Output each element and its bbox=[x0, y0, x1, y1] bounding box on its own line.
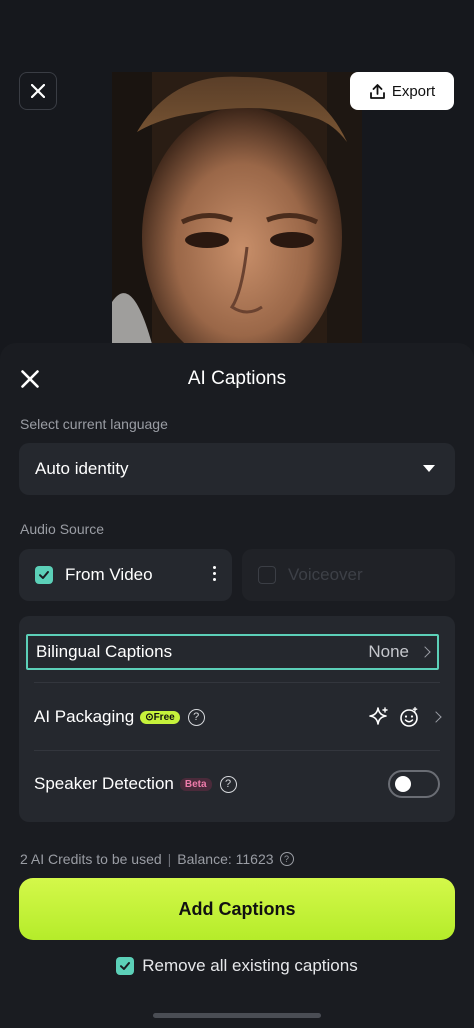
export-label: Export bbox=[391, 82, 436, 100]
home-indicator bbox=[153, 1013, 321, 1018]
voiceover-label: Voiceover bbox=[288, 565, 363, 584]
bilingual-captions-label: Bilingual Captions bbox=[36, 642, 173, 661]
video-preview[interactable] bbox=[112, 72, 362, 344]
from-video-label: From Video bbox=[65, 565, 153, 584]
audio-source-voiceover[interactable]: Voiceover bbox=[242, 549, 455, 601]
ai-packaging-row[interactable]: AI Packaging ⊙Free ? bbox=[34, 702, 442, 732]
speaker-detection-row: Speaker Detection Beta ? bbox=[34, 768, 440, 800]
add-captions-button[interactable]: Add Captions bbox=[19, 878, 455, 940]
divider bbox=[34, 750, 440, 751]
caret-down-icon bbox=[423, 465, 435, 472]
free-badge: ⊙Free bbox=[140, 710, 180, 724]
bilingual-captions-value: None bbox=[368, 642, 409, 661]
separator: | bbox=[167, 851, 172, 867]
chevron-right-icon bbox=[419, 646, 431, 658]
help-icon[interactable]: ? bbox=[219, 775, 237, 793]
export-button[interactable]: Export bbox=[350, 72, 454, 110]
speaker-detection-label: Speaker Detection bbox=[34, 774, 174, 793]
checkbox-checked-icon[interactable] bbox=[35, 566, 53, 584]
remove-existing-captions-row[interactable]: Remove all existing captions bbox=[0, 956, 474, 976]
close-icon bbox=[31, 84, 45, 98]
ai-packaging-label: AI Packaging bbox=[34, 707, 135, 726]
smiley-icon[interactable] bbox=[398, 706, 420, 728]
language-section-label: Select current language bbox=[20, 416, 168, 432]
help-icon[interactable]: ? bbox=[187, 708, 205, 726]
remove-existing-captions-label: Remove all existing captions bbox=[142, 956, 358, 975]
credits-info: 2 AI Credits to be used | Balance: 11623… bbox=[20, 851, 294, 867]
speaker-detection-toggle[interactable] bbox=[388, 770, 440, 798]
divider bbox=[34, 682, 440, 683]
language-dropdown[interactable]: Auto identity bbox=[19, 443, 455, 495]
sheet-title: AI Captions bbox=[187, 368, 287, 389]
checkbox-checked-icon[interactable] bbox=[116, 957, 135, 975]
sparkle-icon[interactable] bbox=[368, 706, 390, 728]
checkbox-unchecked-icon[interactable] bbox=[258, 566, 276, 584]
upload-icon bbox=[369, 83, 385, 99]
language-selected-value: Auto identity bbox=[35, 459, 129, 478]
ai-captions-sheet: AI Captions Select current language Auto… bbox=[0, 343, 474, 1028]
help-icon[interactable]: ? bbox=[279, 852, 294, 866]
toggle-knob bbox=[395, 776, 411, 792]
chevron-right-icon bbox=[430, 711, 442, 723]
more-options-icon[interactable] bbox=[213, 566, 216, 581]
credits-used: 2 AI Credits to be used bbox=[20, 851, 162, 867]
caption-options-card: Bilingual Captions None AI Packaging ⊙Fr… bbox=[19, 616, 455, 822]
audio-source-label: Audio Source bbox=[20, 521, 105, 537]
beta-badge: Beta bbox=[179, 777, 212, 791]
credits-balance: Balance: 11623 bbox=[177, 851, 274, 867]
close-editor-button[interactable] bbox=[19, 72, 57, 110]
video-frame-image bbox=[112, 72, 362, 344]
audio-source-from-video[interactable]: From Video bbox=[19, 549, 232, 601]
bilingual-captions-row[interactable]: Bilingual Captions None bbox=[26, 634, 439, 670]
